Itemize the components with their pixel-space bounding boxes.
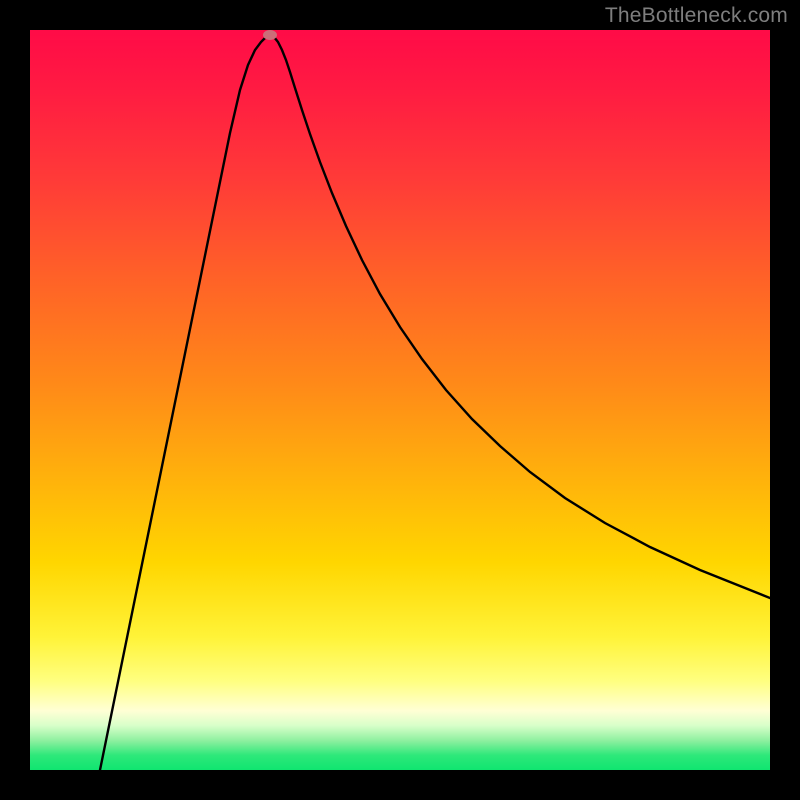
bottleneck-curve <box>100 35 770 770</box>
watermark-text: TheBottleneck.com <box>605 4 788 28</box>
plot-area <box>30 30 770 770</box>
chart-container: TheBottleneck.com <box>0 0 800 800</box>
minimum-marker <box>263 30 277 40</box>
curve-svg <box>30 30 770 770</box>
